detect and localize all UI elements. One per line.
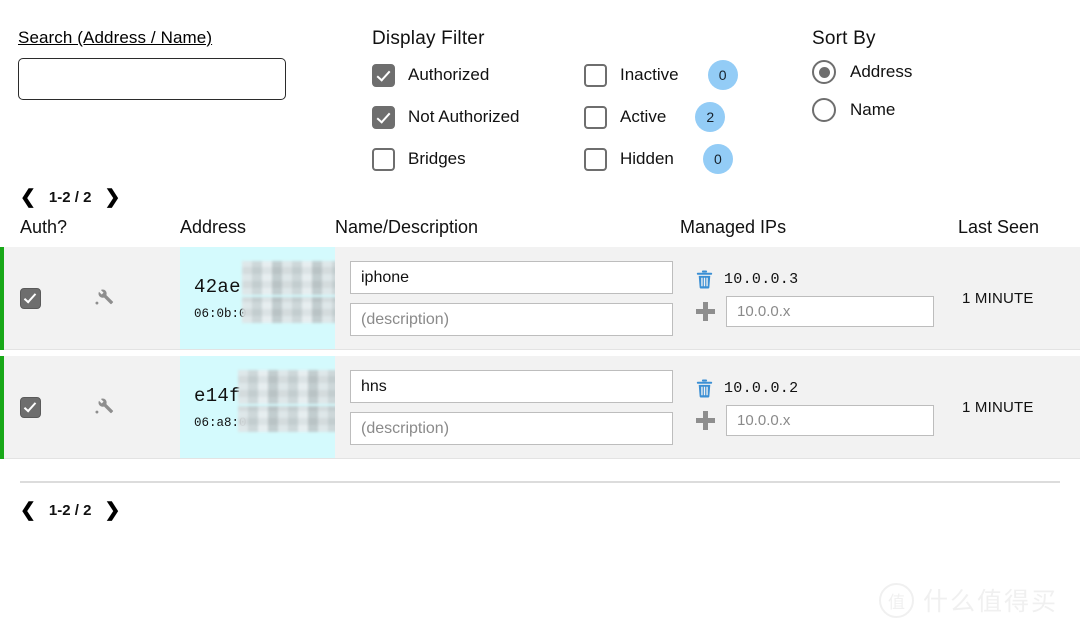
managed-ip-entry: 10.0.0.2	[696, 379, 798, 398]
filter-hidden[interactable]: Hidden 0	[584, 144, 812, 174]
row-managed-ips-cell: 10.0.0.2	[680, 356, 958, 459]
row-address-sub: 06:0b:0	[194, 307, 247, 321]
row-name-cell	[335, 247, 680, 350]
pagination-range-bottom: 1-2 / 2	[48, 502, 92, 519]
chevron-right-icon[interactable]: ❯	[104, 501, 120, 520]
managed-ip-value: 10.0.0.2	[724, 380, 799, 397]
pagination-range-top: 1-2 / 2	[48, 189, 92, 206]
checkbox-inactive-icon[interactable]	[584, 63, 607, 87]
redaction-block	[238, 370, 335, 404]
checkbox-active-icon[interactable]	[584, 105, 607, 129]
sort-by-title: Sort By	[812, 28, 876, 49]
column-header-managed-ips: Managed IPs	[680, 217, 787, 237]
filter-authorized[interactable]: Authorized	[372, 60, 584, 90]
filter-authorized-label: Authorized	[408, 65, 490, 84]
watermark: 值 什么值得买	[878, 582, 1058, 618]
checkbox-hidden-icon[interactable]	[584, 147, 607, 171]
filter-bridges[interactable]: Bridges	[372, 144, 584, 174]
row-authorize-checkbox-icon[interactable]	[20, 288, 41, 309]
checkbox-authorized-icon[interactable]	[372, 63, 395, 87]
table-header-row: Auth? Address Name/Description Managed I…	[0, 207, 1080, 247]
row-managed-ips-cell: 10.0.0.3	[680, 247, 958, 350]
plus-icon[interactable]	[696, 411, 715, 430]
add-ip-input[interactable]	[726, 405, 934, 436]
filter-not-authorized-label: Not Authorized	[408, 107, 520, 126]
pagination-top: ❮ 1-2 / 2 ❯	[0, 188, 1080, 207]
badge-inactive-count: 0	[707, 60, 738, 90]
checkbox-bridges-icon[interactable]	[372, 147, 395, 171]
pagination-bottom: ❮ 1-2 / 2 ❯	[0, 483, 1080, 520]
row-auth-cell	[4, 247, 180, 350]
badge-hidden-count: 0	[702, 144, 733, 174]
managed-ip-value: 10.0.0.3	[724, 271, 799, 288]
column-header-last-seen: Last Seen	[958, 217, 1040, 237]
watermark-logo-icon: 值	[878, 582, 914, 618]
wrench-icon[interactable]	[93, 285, 115, 312]
redaction-block	[242, 297, 335, 323]
row-address-cell[interactable]: 42ae 06:0b:0	[180, 247, 335, 350]
filter-toolbar: Search (Address / Name) Display Filter A…	[0, 0, 1080, 174]
row-address-main: 42ae	[194, 276, 241, 298]
sort-option-address[interactable]: Address	[812, 60, 1062, 84]
trash-icon[interactable]	[696, 379, 713, 398]
row-authorize-checkbox-icon[interactable]	[20, 397, 41, 418]
filter-active-label: Active	[620, 107, 667, 126]
radio-name-icon[interactable]	[812, 98, 836, 122]
add-ip-input[interactable]	[726, 296, 934, 327]
radio-address-icon[interactable]	[812, 60, 836, 84]
filter-inactive-label: Inactive	[620, 65, 679, 84]
badge-active-count: 2	[695, 102, 726, 132]
row-last-seen: 1 MINUTE	[962, 290, 1034, 307]
row-address-main: e14f	[194, 385, 241, 407]
row-description-input[interactable]	[350, 412, 673, 445]
plus-icon[interactable]	[696, 302, 715, 321]
sort-option-name-label: Name	[850, 100, 896, 119]
display-filter-section: Display Filter Authorized Inactive 0 Not…	[372, 28, 812, 174]
chevron-left-icon[interactable]: ❮	[20, 188, 36, 207]
row-auth-cell	[4, 356, 180, 459]
row-name-input[interactable]	[350, 261, 673, 294]
row-name-cell	[335, 356, 680, 459]
row-address-cell[interactable]: e14f 06:a8:0	[180, 356, 335, 459]
row-description-input[interactable]	[350, 303, 673, 336]
trash-icon[interactable]	[696, 270, 713, 289]
column-header-name: Name/Description	[335, 217, 479, 237]
add-managed-ip-entry	[696, 296, 934, 327]
search-section: Search (Address / Name)	[0, 28, 372, 100]
wrench-icon[interactable]	[93, 394, 115, 421]
search-label: Search (Address / Name)	[18, 28, 213, 47]
filter-hidden-label: Hidden	[620, 149, 674, 168]
add-managed-ip-entry	[696, 405, 934, 436]
managed-ip-entry: 10.0.0.3	[696, 270, 798, 289]
redaction-block	[238, 406, 335, 432]
members-table: Auth? Address Name/Description Managed I…	[0, 207, 1080, 459]
table-row: e14f 06:a8:0 10.0.0.2	[0, 356, 1080, 459]
filter-not-authorized[interactable]: Not Authorized	[372, 102, 584, 132]
row-last-seen: 1 MINUTE	[962, 399, 1034, 416]
redaction-block	[242, 261, 335, 295]
chevron-left-icon[interactable]: ❮	[20, 501, 36, 520]
checkbox-not-authorized-icon[interactable]	[372, 105, 395, 129]
watermark-text: 什么值得买	[922, 587, 1058, 616]
display-filter-title: Display Filter	[372, 28, 485, 49]
table-row: 42ae 06:0b:0 10.0.0.3	[0, 247, 1080, 350]
filter-inactive[interactable]: Inactive 0	[584, 60, 812, 90]
sort-by-section: Sort By Address Name	[812, 28, 1062, 136]
filter-active[interactable]: Active 2	[584, 102, 812, 132]
sort-option-address-label: Address	[850, 62, 913, 81]
column-header-address: Address	[180, 217, 247, 237]
search-input[interactable]	[18, 58, 286, 100]
row-name-input[interactable]	[350, 370, 673, 403]
sort-option-name[interactable]: Name	[812, 98, 1062, 122]
chevron-right-icon[interactable]: ❯	[104, 188, 120, 207]
filter-bridges-label: Bridges	[408, 149, 466, 168]
column-header-auth: Auth?	[20, 217, 68, 237]
